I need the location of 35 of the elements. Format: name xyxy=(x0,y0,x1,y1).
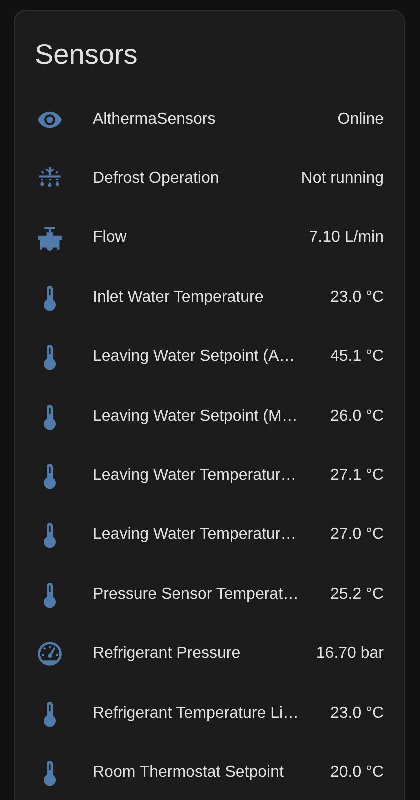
sensor-value: 7.10 L/min xyxy=(309,229,384,248)
sensor-name[interactable]: Leaving Water Setpoint (A… xyxy=(93,348,318,366)
sensor-name[interactable]: Flow xyxy=(93,229,298,248)
sensor-name[interactable]: Defrost Operation xyxy=(93,170,290,188)
thermometer-icon xyxy=(43,463,57,490)
sensor-value: 26.0 °C xyxy=(330,408,384,426)
gauge-icon xyxy=(37,641,63,668)
sensor-value: 16.70 bar xyxy=(316,645,384,664)
sensor-value: 27.0 °C xyxy=(330,526,384,544)
thermometer-icon xyxy=(43,522,57,548)
sensor-name[interactable]: AlthermaSensors xyxy=(93,110,326,129)
sensor-value: 23.0 °C xyxy=(330,288,384,307)
valve-icon xyxy=(37,225,63,252)
sensor-value: 45.1 °C xyxy=(330,348,384,366)
sensor-value: 20.0 °C xyxy=(330,764,384,782)
sensor-value: Online xyxy=(338,110,384,129)
thermometer-icon xyxy=(43,700,57,727)
thermometer-icon xyxy=(43,582,57,608)
sensor-name[interactable]: Leaving Water Setpoint (M… xyxy=(93,408,318,426)
sensor-value: 27.1 °C xyxy=(330,467,384,486)
thermometer-icon xyxy=(43,760,57,786)
sensor-name[interactable]: Leaving Water Temperatur… xyxy=(93,467,318,486)
sensor-name[interactable]: Refrigerant Pressure xyxy=(93,645,304,664)
thermometer-icon xyxy=(43,284,57,311)
sensor-name[interactable]: Pressure Sensor Temperat… xyxy=(93,586,318,604)
sensor-value: 25.2 °C xyxy=(330,586,384,604)
card-title: Sensors xyxy=(35,38,139,72)
sensor-value: Not running xyxy=(301,170,384,188)
sensor-name[interactable]: Inlet Water Temperature xyxy=(93,288,318,307)
sensor-value: 23.0 °C xyxy=(330,704,384,723)
sensor-name[interactable]: Room Thermostat Setpoint xyxy=(93,764,318,782)
thermometer-icon xyxy=(43,344,57,370)
thermometer-icon xyxy=(43,404,57,430)
sensor-name[interactable]: Refrigerant Temperature Li… xyxy=(93,704,318,723)
sensor-name[interactable]: Leaving Water Temperatur… xyxy=(93,526,318,544)
